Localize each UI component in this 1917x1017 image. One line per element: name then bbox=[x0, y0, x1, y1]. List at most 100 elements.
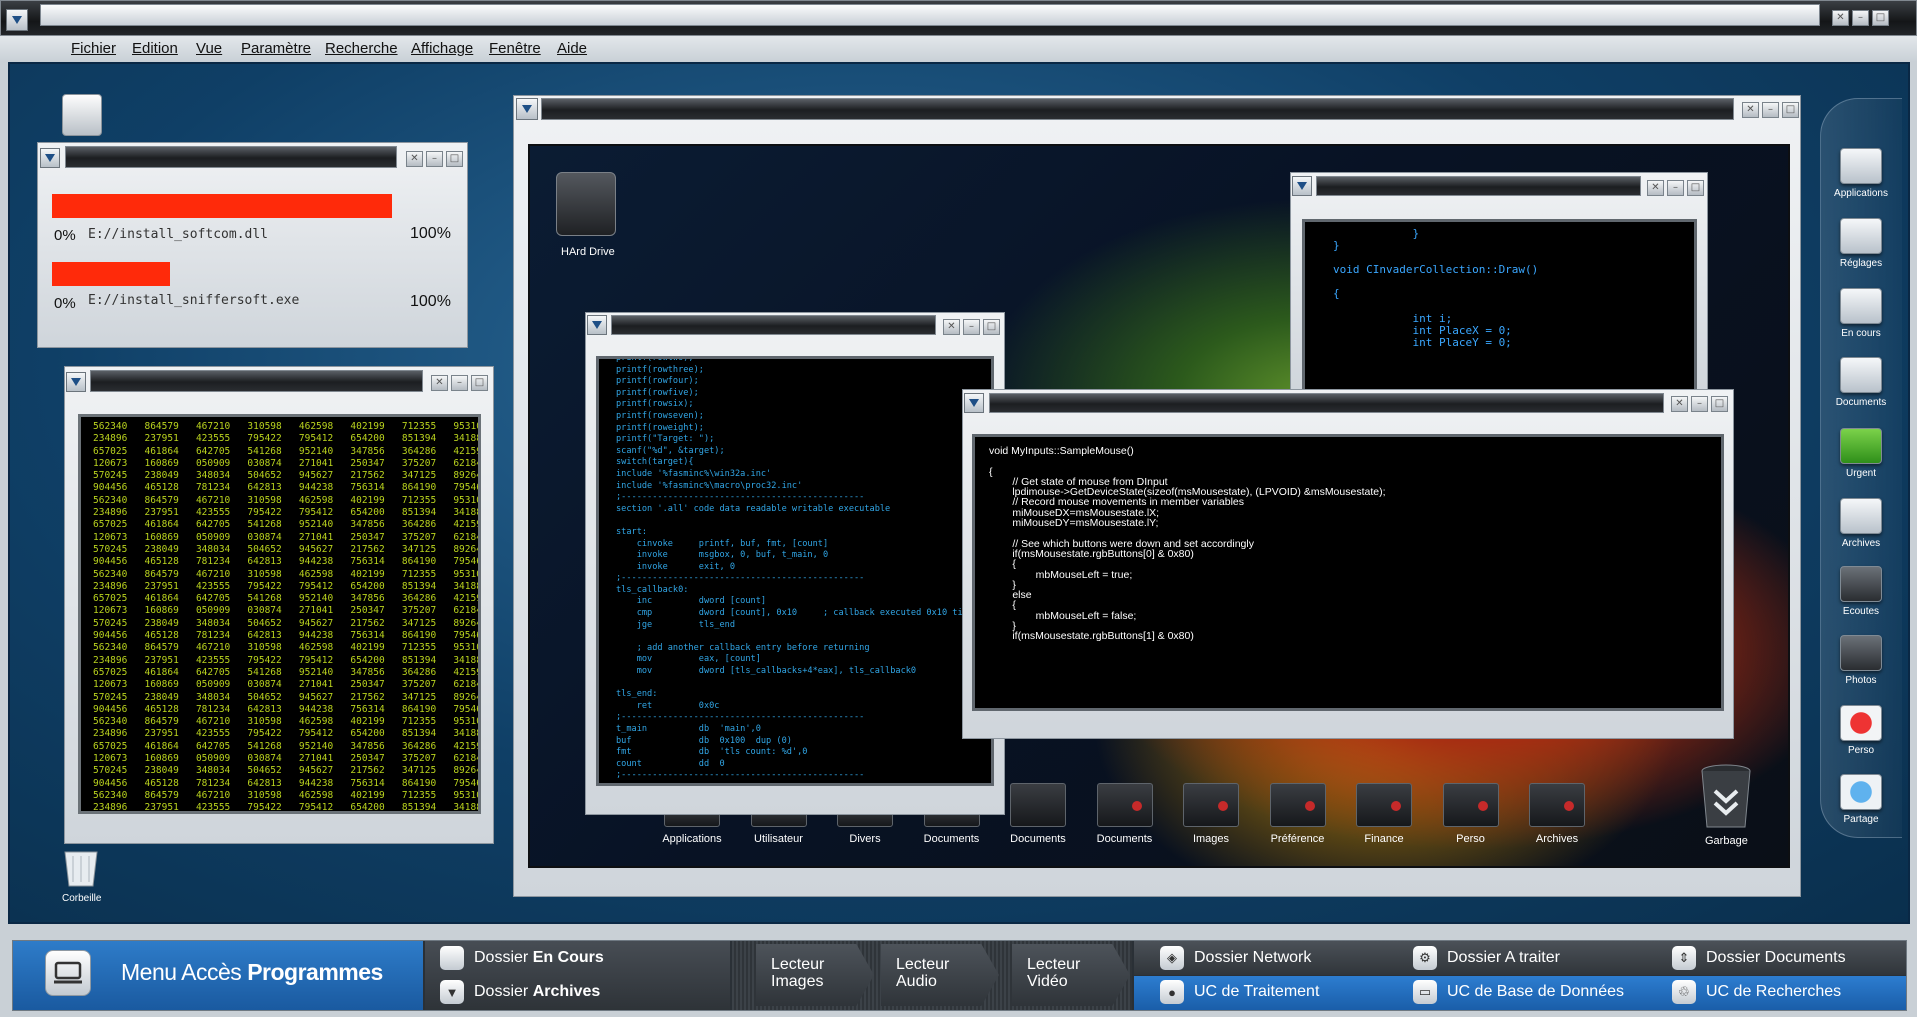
hard-drive-icon[interactable] bbox=[62, 94, 102, 136]
uc-traitement-button[interactable]: ● UC de Traitement bbox=[1160, 980, 1319, 1004]
dock-label: Applications bbox=[1834, 188, 1888, 199]
dock-label: Urgent bbox=[1845, 468, 1876, 479]
dock-item[interactable]: Partage bbox=[1826, 774, 1896, 825]
dossier-a-traiter-button[interactable]: ⚙ Dossier A traiter bbox=[1413, 946, 1560, 970]
menu-edition[interactable]: Edition bbox=[132, 40, 178, 57]
folder-item[interactable]: Préférence bbox=[1261, 783, 1335, 845]
folder-item[interactable]: Documents bbox=[1001, 783, 1075, 845]
close-icon[interactable]: ✕ bbox=[1832, 10, 1849, 26]
asm-code-line: printf(rowthree); bbox=[616, 364, 704, 375]
maximize-icon[interactable]: □ bbox=[1711, 396, 1728, 412]
dock-item[interactable]: Urgent bbox=[1826, 428, 1896, 479]
explorer-window-menu-button[interactable] bbox=[516, 98, 538, 120]
close-icon[interactable]: ✕ bbox=[431, 375, 448, 391]
reader-images-button[interactable]: Lecteur Images bbox=[756, 944, 874, 1006]
reader-audio-button[interactable]: Lecteur Audio bbox=[881, 944, 999, 1006]
uc-base-donnees-button[interactable]: ▭ UC de Base de Données bbox=[1413, 980, 1624, 1004]
menu-fichier[interactable]: Fichier bbox=[71, 40, 116, 57]
progress-1-end: 100% bbox=[410, 225, 451, 242]
number-row: 562340 864579 467210 310598 462598 40219… bbox=[93, 494, 478, 506]
folder-label: Documents bbox=[923, 833, 980, 845]
minimize-icon[interactable]: – bbox=[451, 375, 468, 391]
dossier-archives-button[interactable]: ▼ Dossier Archives bbox=[440, 980, 600, 1004]
dossier-documents-button[interactable]: ⇕ Dossier Documents bbox=[1672, 946, 1846, 970]
number-row: 562340 864579 467210 310598 462598 40219… bbox=[93, 568, 478, 580]
asm-code-line: jge tls_end bbox=[616, 619, 735, 630]
folder-label: Documents bbox=[1096, 833, 1153, 845]
maximize-icon[interactable]: □ bbox=[1872, 10, 1889, 26]
maximize-icon[interactable]: □ bbox=[471, 375, 488, 391]
invader-code-line: { bbox=[1333, 287, 1340, 301]
close-icon[interactable]: ✕ bbox=[1742, 102, 1759, 118]
folder-label: Documents bbox=[1010, 833, 1066, 845]
progress-window-controls: ✕ – □ bbox=[406, 151, 463, 167]
dock-item[interactable]: Perso bbox=[1826, 705, 1896, 756]
uc-recherches-button[interactable]: ♲ UC de Recherches bbox=[1672, 980, 1841, 1004]
garbage-icon[interactable] bbox=[1700, 763, 1752, 829]
maximize-icon[interactable]: □ bbox=[446, 151, 463, 167]
number-row: 570245 238049 348034 504652 945627 21756… bbox=[93, 543, 478, 555]
invader-code-line bbox=[1333, 276, 1694, 288]
dock-item[interactable]: Applications bbox=[1826, 148, 1896, 199]
minimize-icon[interactable]: – bbox=[426, 151, 443, 167]
folder-item[interactable]: Documents bbox=[1088, 783, 1162, 845]
minimize-icon[interactable]: – bbox=[1667, 180, 1684, 196]
minimize-icon[interactable]: – bbox=[1852, 10, 1869, 26]
close-icon[interactable]: ✕ bbox=[406, 151, 423, 167]
numbers-panel: 562340 864579 467210 310598 462598 40219… bbox=[78, 414, 481, 814]
folder-label: Finance bbox=[1364, 833, 1404, 845]
menu-parametre[interactable]: Paramètre bbox=[241, 40, 311, 57]
progress-bar-2-track bbox=[52, 262, 422, 286]
maximize-icon[interactable]: □ bbox=[1782, 102, 1799, 118]
menu-strong: Programmes bbox=[247, 959, 383, 985]
dock-item[interactable]: En cours bbox=[1826, 288, 1896, 339]
folder-label: Images bbox=[1192, 833, 1230, 845]
dock-item[interactable]: Ecoutes bbox=[1826, 566, 1896, 617]
dock-label: Archives bbox=[1841, 538, 1881, 549]
dossier-network-button[interactable]: ◈ Dossier Network bbox=[1160, 946, 1311, 970]
asm-window-menu-button[interactable] bbox=[587, 315, 607, 335]
trash-icon[interactable] bbox=[62, 848, 100, 888]
numbers-window-menu-button[interactable] bbox=[66, 372, 86, 392]
number-row: 570245 238049 348034 504652 945627 21756… bbox=[93, 691, 478, 703]
close-icon[interactable]: ✕ bbox=[1671, 396, 1688, 412]
invader-code-line: } bbox=[1333, 239, 1340, 253]
folder-icon bbox=[1183, 783, 1239, 827]
folder-label: Applications bbox=[662, 833, 722, 845]
invader-window-menu-button[interactable] bbox=[1292, 176, 1312, 196]
asm-code: printf(rowtwo); printf(rowthree); printf(r… bbox=[599, 359, 991, 782]
minimize-icon[interactable]: – bbox=[1762, 102, 1779, 118]
main-window-menu-button[interactable] bbox=[6, 9, 28, 31]
close-icon[interactable]: ✕ bbox=[1647, 180, 1664, 196]
folder-item[interactable]: Finance bbox=[1347, 783, 1421, 845]
menu-aide[interactable]: Aide bbox=[557, 40, 587, 57]
folder-item[interactable]: Perso bbox=[1434, 783, 1508, 845]
dock-item[interactable]: Documents bbox=[1826, 357, 1896, 408]
minimize-icon[interactable]: – bbox=[963, 319, 980, 335]
mouse-code-window-menu-button[interactable] bbox=[964, 393, 984, 413]
minimize-icon[interactable]: – bbox=[1691, 396, 1708, 412]
folder-icon bbox=[1529, 783, 1585, 827]
invader-code-line: } bbox=[1333, 227, 1420, 240]
progress-bar-1-fill bbox=[52, 194, 393, 218]
main-title-field bbox=[40, 4, 1820, 26]
number-row: 120673 160869 050909 030874 271041 25034… bbox=[93, 753, 478, 765]
dock-item[interactable]: Réglages bbox=[1826, 218, 1896, 269]
dock-item[interactable]: Archives bbox=[1826, 498, 1896, 549]
hard-drive-icon[interactable] bbox=[556, 172, 616, 236]
folder-item[interactable]: Archives bbox=[1520, 783, 1594, 845]
asm-code-line: section '.all' code data readable writab… bbox=[616, 503, 891, 514]
menu-vue[interactable]: Vue bbox=[196, 40, 222, 57]
close-icon[interactable]: ✕ bbox=[943, 319, 960, 335]
maximize-icon[interactable]: □ bbox=[1687, 180, 1704, 196]
menu-fenetre[interactable]: Fenêtre bbox=[489, 40, 541, 57]
menu-affichage[interactable]: Affichage bbox=[411, 40, 473, 57]
maximize-icon[interactable]: □ bbox=[983, 319, 1000, 335]
reader-video-button[interactable]: Lecteur Vidéo bbox=[1012, 944, 1130, 1006]
asm-code-line: ;---------------------------------------… bbox=[616, 770, 865, 781]
folder-item[interactable]: Images bbox=[1174, 783, 1248, 845]
dock-item[interactable]: Photos bbox=[1826, 635, 1896, 686]
menu-recherche[interactable]: Recherche bbox=[325, 40, 398, 57]
dossier-en-cours-button[interactable]: Dossier En Cours bbox=[440, 946, 604, 970]
progress-window-menu-button[interactable] bbox=[40, 148, 60, 168]
